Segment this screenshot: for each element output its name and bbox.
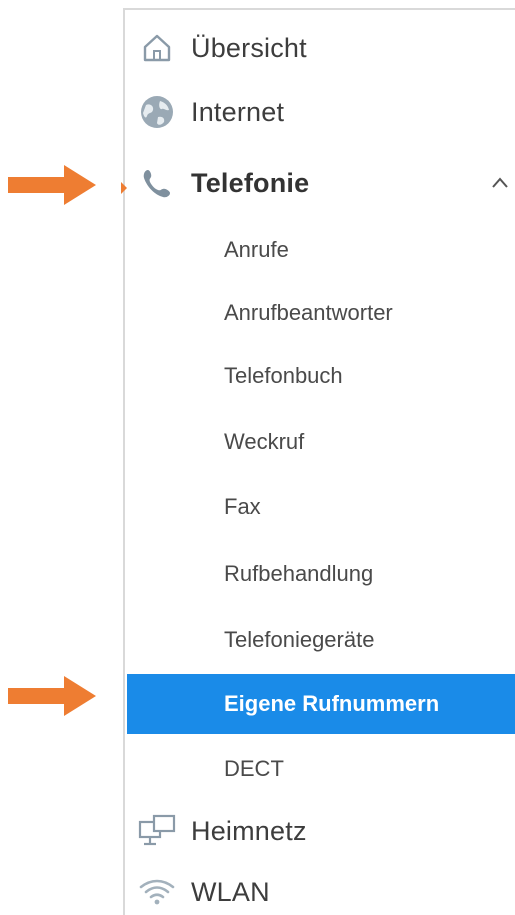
sidebar-item-label: Heimnetz: [191, 815, 307, 846]
home-icon: [137, 28, 177, 68]
globe-icon: [137, 92, 177, 132]
sidebar-item-internet[interactable]: Internet: [125, 82, 515, 142]
submenu-item-eigene-rufnummern[interactable]: Eigene Rufnummern: [127, 674, 515, 734]
submenu-item-dect[interactable]: DECT: [127, 739, 515, 799]
submenu-item-weckruf[interactable]: Weckruf: [127, 412, 515, 472]
phone-icon: [137, 163, 177, 203]
submenu-item-telefoniegeraete[interactable]: Telefoniegeräte: [127, 610, 515, 670]
network-icon: [137, 811, 177, 851]
callout-arrow-eigene-rufnummern: [8, 676, 96, 716]
sidebar-item-telefonie[interactable]: Telefonie: [125, 153, 515, 213]
callout-arrow-telefonie: [8, 165, 96, 205]
sidebar-item-heimnetz[interactable]: Heimnetz: [125, 801, 515, 861]
sidebar-item-label: Übersicht: [191, 32, 307, 63]
submenu-item-telefonbuch[interactable]: Telefonbuch: [127, 346, 515, 406]
sidebar-item-label: Telefonie: [191, 167, 310, 198]
sidebar-item-uebersicht[interactable]: Übersicht: [125, 18, 515, 78]
submenu-item-rufbehandlung[interactable]: Rufbehandlung: [127, 544, 515, 604]
sidebar-menu: Übersicht Internet Telefonie Anrufe Anru…: [121, 8, 515, 915]
submenu-item-anrufbeantworter[interactable]: Anrufbeantworter: [127, 283, 515, 343]
chevron-up-icon[interactable]: [491, 174, 509, 192]
sidebar-item-label: WLAN: [191, 876, 270, 907]
sidebar-item-label: Internet: [191, 96, 285, 127]
submenu-item-anrufe[interactable]: Anrufe: [127, 220, 515, 280]
sidebar-item-wlan[interactable]: WLAN: [125, 862, 515, 915]
screenshot-stage: Übersicht Internet Telefonie Anrufe Anru…: [0, 0, 515, 915]
wifi-icon: [137, 872, 177, 912]
submenu-item-fax[interactable]: Fax: [127, 477, 515, 537]
